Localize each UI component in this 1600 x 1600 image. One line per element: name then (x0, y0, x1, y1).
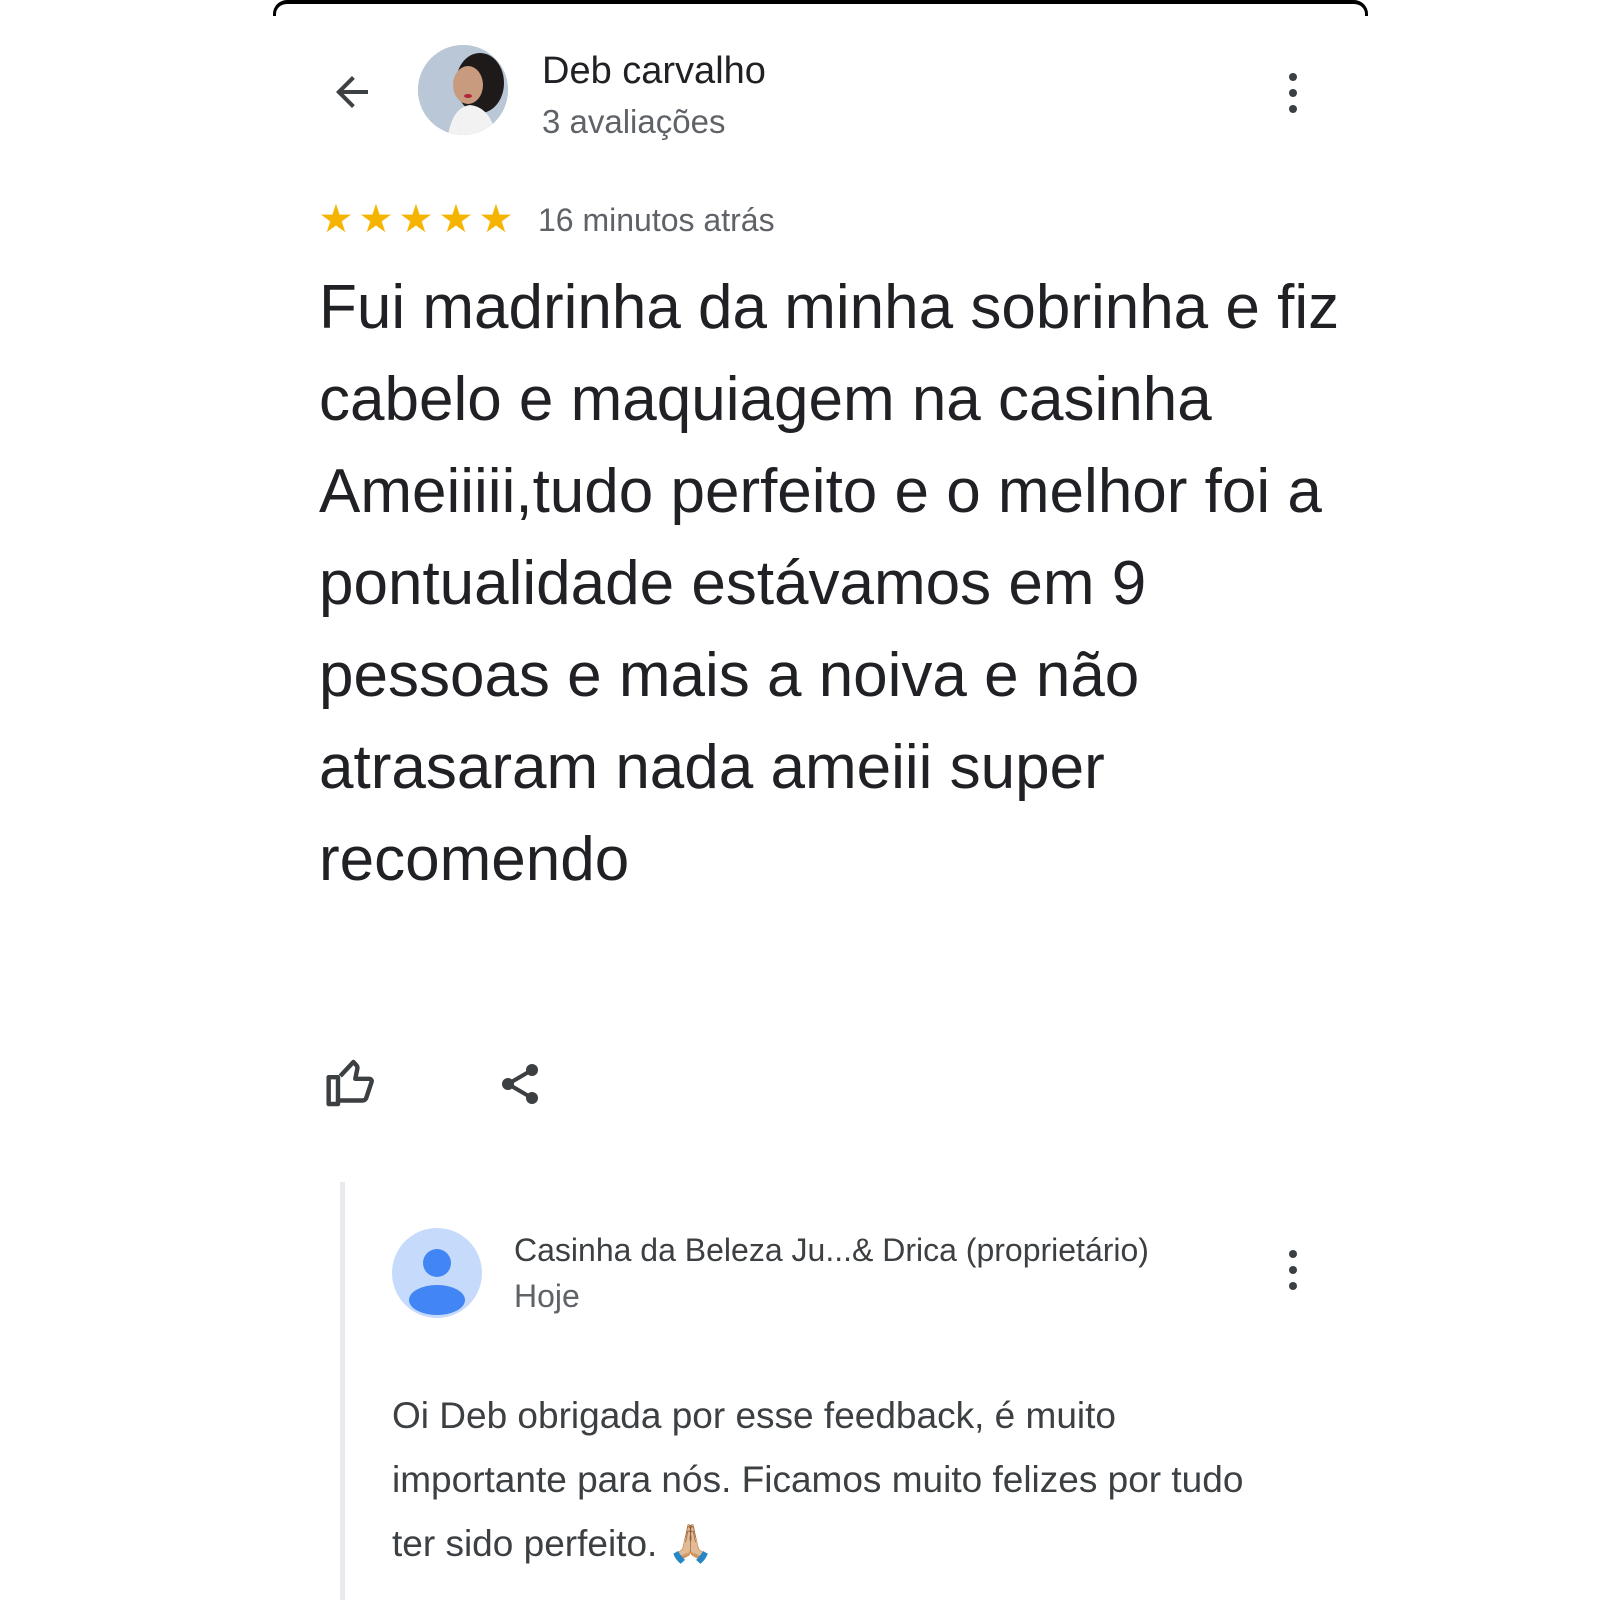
reviewer-photo (418, 45, 508, 135)
arrow-back-icon (336, 76, 368, 108)
owner-reply-body: Oi Deb obrigada por esse feedback, é mui… (392, 1395, 1244, 1564)
reply-divider (340, 1182, 345, 1600)
star-icon: ★ (478, 198, 514, 241)
reply-more-options-button[interactable] (1278, 1240, 1308, 1300)
review-timestamp: 16 minutos atrás (538, 202, 775, 238)
star-icon: ★ (358, 198, 394, 241)
more-vert-icon (1289, 1250, 1297, 1258)
praying-hands-emoji: 🙏🏼 (667, 1522, 714, 1565)
owner-reply-date: Hoje (514, 1278, 580, 1314)
owner-reply-text: Oi Deb obrigada por esse feedback, é mui… (392, 1384, 1292, 1576)
more-vert-icon-dot (1289, 105, 1297, 113)
share-button[interactable] (496, 1060, 544, 1108)
star-icon: ★ (438, 198, 474, 241)
star-icon: ★ (398, 198, 434, 241)
star-icon: ★ (318, 198, 354, 241)
more-vert-icon-dot (1289, 1266, 1297, 1274)
share-icon (502, 1064, 538, 1104)
window-top-edge (273, 0, 1368, 16)
owner-name: Casinha da Beleza Ju...& Drica (propriet… (514, 1232, 1149, 1268)
more-vert-icon-dot (1289, 89, 1297, 97)
person-icon (409, 1249, 465, 1315)
reviewer-review-count: 3 avaliações (542, 103, 726, 140)
star-rating: ★ ★ ★ ★ ★ (317, 200, 515, 240)
review-more-options-button[interactable] (1278, 63, 1308, 123)
back-button[interactable] (322, 62, 382, 122)
more-vert-icon-dot (1289, 1282, 1297, 1290)
reviewer-name[interactable]: Deb carvalho (542, 50, 766, 93)
more-vert-icon (1289, 73, 1297, 81)
reviewer-avatar[interactable] (418, 45, 508, 135)
like-button[interactable] (324, 1055, 380, 1111)
thumbs-up-icon (326, 1059, 374, 1107)
owner-avatar (392, 1228, 482, 1318)
review-text: Fui madrinha da minha sobrinha e fiz cab… (319, 273, 1340, 894)
